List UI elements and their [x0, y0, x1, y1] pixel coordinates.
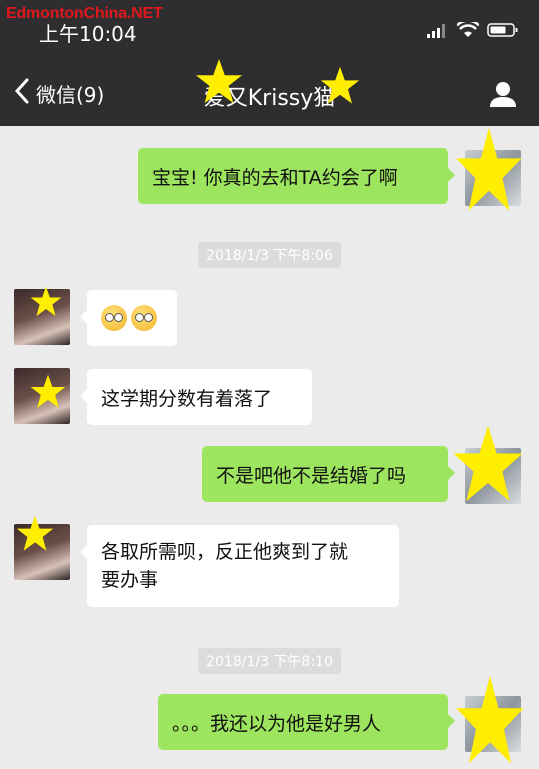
redaction-star [456, 675, 524, 764]
profile-button[interactable] [489, 80, 517, 112]
timestamp: 2018/1/3 下午8:10 [0, 648, 539, 674]
status-time: 上午10:04 [39, 22, 137, 46]
incoming-bubble[interactable]: 这学期分数有着落了 [80, 369, 312, 425]
signal-icon [427, 23, 449, 42]
outgoing-bubble[interactable]: 宝宝! 你真的去和TA约会了啊 [138, 148, 455, 204]
wifi-icon [456, 19, 480, 42]
message-text: 这学期分数有着落了 [101, 387, 273, 410]
redaction-star [320, 66, 360, 104]
timestamp: 2018/1/3 下午8:06 [0, 242, 539, 268]
status-icons [427, 19, 519, 42]
battery-icon [487, 22, 519, 42]
incoming-bubble[interactable] [80, 290, 177, 346]
outgoing-bubble[interactable]: 。。。我还以为他是好男人 [158, 694, 455, 750]
chat-title: 爱又Krissy猫 [203, 86, 336, 111]
top-bar: EdmontonChina.NET 上午10:04 微信(9) 爱又Krissy… [0, 0, 539, 126]
outgoing-bubble[interactable]: 不是吧他不是结婚了吗 [202, 446, 455, 502]
message-text-line: 各取所需呗，反正他爽到了就 [101, 541, 349, 563]
person-icon [490, 82, 516, 107]
redaction-star [195, 58, 243, 104]
message-text: 宝宝! 你真的去和TA约会了啊 [152, 166, 398, 189]
dizzy-face-icon [101, 305, 127, 331]
message-text: 。。。我还以为他是好男人 [172, 712, 382, 735]
redaction-star [453, 425, 523, 502]
redaction-star [456, 127, 522, 211]
redaction-star [30, 286, 62, 317]
redaction-star [16, 515, 54, 551]
message-text: 不是吧他不是结婚了吗 [216, 464, 407, 487]
dizzy-face-icon [131, 305, 157, 331]
message-text-line: 要办事 [101, 569, 159, 591]
timestamp-text: 2018/1/3 下午8:06 [198, 242, 341, 268]
nav-bar: 微信(9) 爱又Krissy猫 [0, 66, 539, 124]
timestamp-text: 2018/1/3 下午8:10 [198, 648, 341, 674]
incoming-bubble[interactable]: 各取所需呗，反正他爽到了就 要办事 [80, 525, 399, 607]
redaction-star [30, 374, 66, 408]
chat-area[interactable]: 宝宝! 你真的去和TA约会了啊 2018/1/3 下午8:06 这学期分数有着落… [0, 126, 539, 769]
